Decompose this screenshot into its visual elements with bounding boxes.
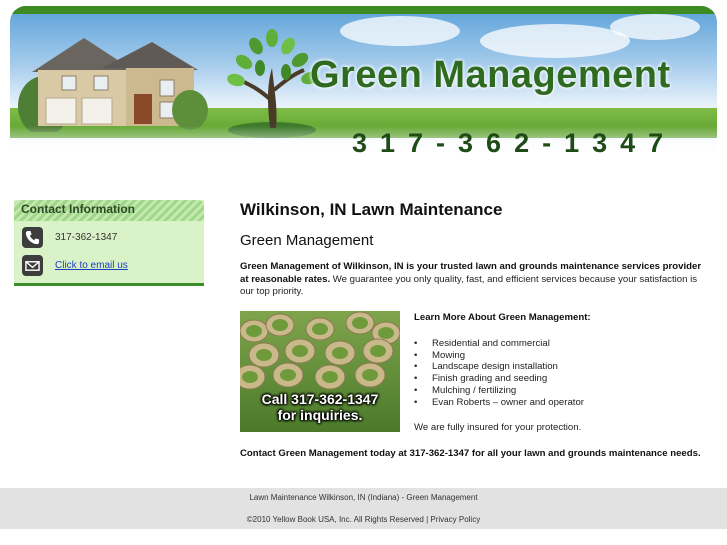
list-item: Mulching / fertilizing xyxy=(414,385,584,397)
list-item: Finish grading and seeding xyxy=(414,373,584,385)
contact-info-header: Contact Information xyxy=(14,200,204,221)
contact-phone-row: 317-362-1347 xyxy=(22,226,117,248)
contact-info-title: Contact Information xyxy=(21,202,135,216)
page-subtitle: Green Management xyxy=(240,232,374,249)
learn-more-heading: Learn More About Green Management: xyxy=(414,312,591,323)
list-item: Mowing xyxy=(414,350,584,362)
banner-top-stripe xyxy=(10,6,717,14)
brand-phone-number: 317-362-1347 xyxy=(352,128,677,158)
tree-logo-icon xyxy=(227,29,319,138)
photo-caption-line2: for inquiries. xyxy=(277,407,363,423)
list-item: Landscape design installation xyxy=(414,361,584,373)
sod-rolls-photo: Call 317-362-1347 for inquiries. xyxy=(240,311,400,432)
email-icon[interactable] xyxy=(22,254,43,276)
services-list: Residential and commercial Mowing Landsc… xyxy=(414,338,584,408)
page-title: Wilkinson, IN Lawn Maintenance xyxy=(240,200,503,219)
intro-paragraph: Green Management of Wilkinson, IN is you… xyxy=(240,261,712,299)
call-to-action: Contact Green Management today at 317-36… xyxy=(240,448,701,459)
brand-title: Green Management xyxy=(310,54,671,96)
cloud xyxy=(610,14,700,40)
contact-phone: 317-362-1347 xyxy=(55,231,118,243)
email-us-link[interactable]: Click to email us xyxy=(55,260,128,271)
contact-info-box: Contact Information 317-362-1347 Click t… xyxy=(14,200,204,286)
phone-icon xyxy=(22,226,43,248)
cloud xyxy=(340,16,460,46)
footer: Lawn Maintenance Wilkinson, IN (Indiana)… xyxy=(0,488,727,529)
list-item: Residential and commercial xyxy=(414,338,584,350)
house-image xyxy=(18,38,208,132)
contact-email-row[interactable]: Click to email us xyxy=(22,254,128,276)
photo-caption-line1: Call 317-362-1347 xyxy=(261,391,379,407)
insured-note: We are fully insured for your protection… xyxy=(414,422,582,433)
cloud xyxy=(480,24,630,58)
photo-caption: Call 317-362-1347 for inquiries. xyxy=(240,391,400,423)
list-item: Evan Roberts – owner and operator xyxy=(414,397,584,409)
footer-copyright: ©2010 Yellow Book USA, Inc. All Rights R… xyxy=(246,515,481,524)
footer-title: Lawn Maintenance Wilkinson, IN (Indiana)… xyxy=(249,493,478,502)
